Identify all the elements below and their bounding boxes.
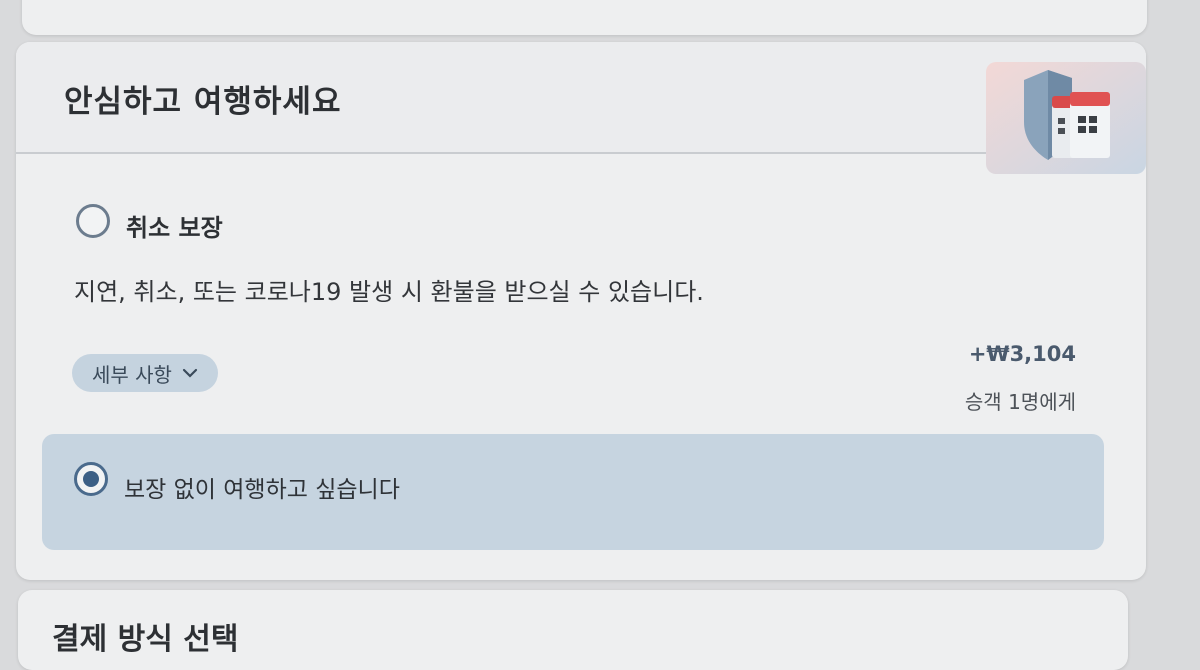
shield-calendar-icon [986, 62, 1146, 174]
details-label: 세부 사항 [92, 362, 172, 387]
payment-method-card: 결제 방식 선택 [18, 590, 1128, 670]
no-coverage-radio[interactable] [74, 462, 108, 496]
cancel-coverage-title: 취소 보장 [126, 214, 223, 242]
payment-section-title: 결제 방식 선택 [52, 622, 239, 657]
section-title: 안심하고 여행하세요 [64, 84, 342, 120]
travel-protection-card: 안심하고 여행하세요 취소 보장 지연, 취소, 또는 코로나19 발생 시 환… [16, 42, 1146, 580]
coverage-price-note: 승객 1명에게 [964, 390, 1076, 414]
chevron-down-icon [182, 368, 198, 378]
cancel-coverage-radio[interactable] [76, 204, 110, 238]
card-header: 안심하고 여행하세요 [16, 42, 1146, 174]
coverage-price: +₩3,104 [968, 342, 1076, 366]
no-coverage-label: 보장 없이 여행하고 싶습니다 [124, 477, 400, 503]
details-button[interactable]: 세부 사항 [72, 354, 218, 392]
previous-section-card [22, 0, 1147, 35]
cancel-coverage-description: 지연, 취소, 또는 코로나19 발생 시 환불을 받으실 수 있습니다. [74, 278, 704, 306]
